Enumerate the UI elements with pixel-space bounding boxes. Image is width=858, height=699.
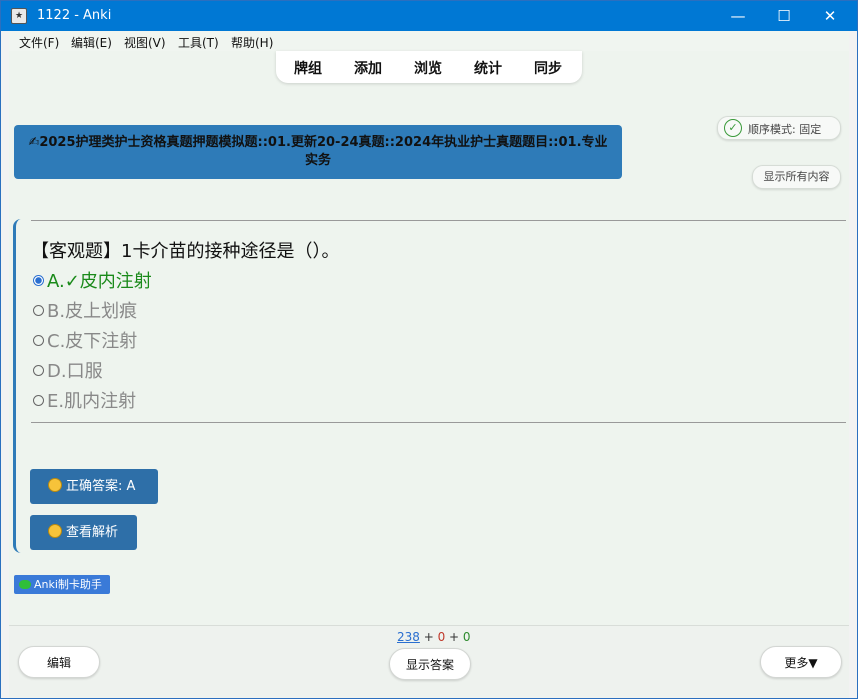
radio-icon: [33, 335, 44, 346]
bottom-divider: [31, 422, 846, 423]
order-mode-label: 顺序模式: 固定: [748, 123, 822, 136]
anki-helper-badge[interactable]: Anki制卡助手: [14, 575, 110, 594]
toolbar-decks[interactable]: 牌组: [294, 58, 322, 78]
order-mode-pill[interactable]: ✓ 顺序模式: 固定: [717, 116, 841, 140]
view-analysis-button[interactable]: 查看解析: [30, 515, 137, 550]
option-b-label: B.皮上划痕: [47, 301, 138, 322]
menu-view[interactable]: 视图(V): [124, 34, 166, 51]
maximize-button[interactable]: ☐: [761, 1, 807, 31]
thinking-emoji-icon: [48, 524, 62, 538]
card-counts: 238 + 0 + 0: [397, 630, 471, 644]
option-a-label: A.✓皮内注射: [47, 271, 152, 292]
option-c-label: C.皮下注射: [47, 331, 138, 352]
option-b[interactable]: B.皮上划痕: [33, 297, 137, 323]
helper-badge-label: Anki制卡助手: [34, 578, 102, 591]
toolbar-sync[interactable]: 同步: [534, 58, 562, 78]
more-button[interactable]: 更多▼: [760, 646, 842, 678]
menu-help[interactable]: 帮助(H): [231, 34, 273, 51]
option-e[interactable]: E.肌内注射: [33, 387, 136, 413]
wechat-icon: [19, 580, 31, 589]
option-a[interactable]: A.✓皮内注射: [33, 267, 152, 293]
edit-button[interactable]: 编辑: [18, 646, 100, 678]
background-window-edge-right: [849, 31, 857, 698]
check-circle-icon: ✓: [724, 119, 742, 137]
minimize-button[interactable]: —: [715, 1, 761, 31]
option-e-label: E.肌内注射: [47, 391, 137, 412]
window-title: 1122 - Anki: [37, 8, 112, 23]
option-c[interactable]: C.皮下注射: [33, 327, 137, 353]
show-answer-button[interactable]: 显示答案: [389, 648, 471, 680]
new-count[interactable]: 238: [397, 630, 420, 644]
anki-window: ★ 1122 - Anki — ☐ ✕ 文件(F) 编辑(E) 视图(V) 工具…: [0, 0, 858, 699]
view-analysis-label: 查看解析: [66, 525, 119, 540]
radio-icon: [33, 305, 44, 316]
toolbar-browse[interactable]: 浏览: [414, 58, 442, 78]
background-window-edge: [1, 31, 9, 698]
toolbar-stats[interactable]: 统计: [474, 58, 502, 78]
correct-answer-button[interactable]: 正确答案: A: [30, 469, 158, 504]
radio-selected-icon: [33, 275, 44, 286]
menu-bar: 文件(F) 编辑(E) 视图(V) 工具(T) 帮助(H): [9, 31, 849, 51]
smirk-emoji-icon: [48, 478, 62, 492]
menu-tools[interactable]: 工具(T): [178, 34, 219, 51]
option-d-label: D.口服: [47, 361, 103, 382]
menu-file[interactable]: 文件(F): [19, 34, 59, 51]
main-toolbar: 牌组 添加 浏览 统计 同步: [276, 51, 582, 83]
title-bar: ★ 1122 - Anki — ☐ ✕: [1, 1, 857, 31]
close-button[interactable]: ✕: [807, 1, 853, 31]
correct-answer-label: 正确答案: A: [66, 479, 136, 494]
radio-icon: [33, 395, 44, 406]
option-d[interactable]: D.口服: [33, 357, 103, 383]
top-divider: [31, 220, 846, 221]
anki-app-icon: ★: [11, 8, 27, 24]
menu-edit[interactable]: 编辑(E): [71, 34, 112, 51]
card-left-accent: [13, 219, 22, 553]
count-separator: +: [445, 630, 463, 644]
review-count: 0: [462, 630, 471, 644]
question-text: 【客观题】1卡介苗的接种途径是（）。: [31, 241, 340, 262]
show-all-button[interactable]: 显示所有内容: [752, 165, 841, 189]
deck-path-banner: ✍2025护理类护士资格真题押题模拟题::01.更新20-24真题::2024年…: [14, 125, 622, 179]
toolbar-add[interactable]: 添加: [354, 58, 382, 78]
count-separator: +: [419, 630, 438, 644]
radio-icon: [33, 365, 44, 376]
